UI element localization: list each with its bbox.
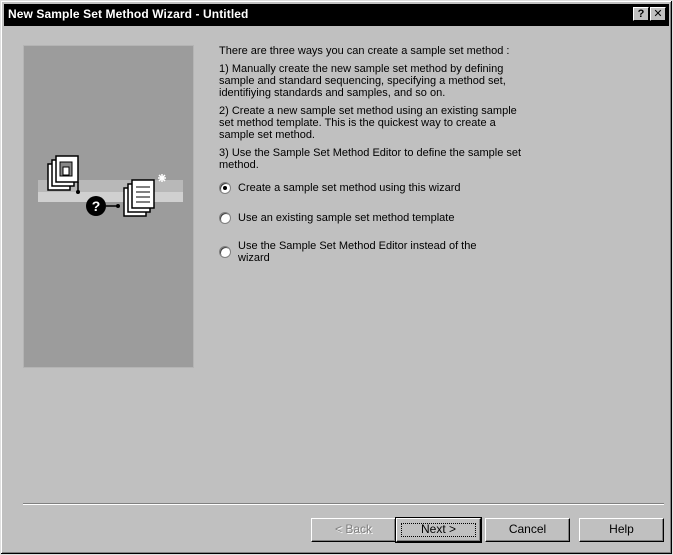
option1-description: 1) Manually create the new sample set me…: [219, 63, 506, 99]
focus-rect: [401, 523, 476, 537]
wizard-window: New Sample Set Method Wizard - Untitled …: [0, 0, 673, 555]
radio-option-wizard[interactable]: Create a sample set method using this wi…: [219, 182, 524, 194]
next-button[interactable]: Next >: [395, 517, 482, 543]
help-button[interactable]: Help: [579, 518, 664, 542]
radio-label-template: Use an existing sample set method templa…: [238, 212, 455, 224]
title-bar: New Sample Set Method Wizard - Untitled …: [4, 4, 669, 26]
wizard-side-panel: ?: [23, 45, 194, 368]
radio-option-editor[interactable]: Use the Sample Set Method Editor instead…: [219, 240, 524, 264]
back-button[interactable]: < Back: [311, 518, 396, 542]
option2-description: 2) Create a new sample set method using …: [219, 105, 517, 141]
window-title: New Sample Set Method Wizard - Untitled: [8, 7, 249, 21]
intro-text: There are three ways you can create a sa…: [219, 45, 510, 57]
document-question-document-icon: ?: [38, 155, 183, 217]
radio-button-template[interactable]: [219, 212, 231, 224]
svg-text:?: ?: [92, 198, 101, 214]
button-separator: [23, 503, 664, 505]
radio-button-editor[interactable]: [219, 246, 231, 258]
wizard-content: There are three ways you can create a sa…: [219, 45, 524, 264]
cancel-button[interactable]: Cancel: [485, 518, 570, 542]
radio-label-wizard: Create a sample set method using this wi…: [238, 182, 461, 194]
radio-button-wizard[interactable]: [219, 182, 231, 194]
option3-description: 3) Use the Sample Set Method Editor to d…: [219, 147, 522, 171]
help-title-button[interactable]: ?: [633, 7, 649, 21]
radio-option-template[interactable]: Use an existing sample set method templa…: [219, 212, 524, 224]
radio-label-editor: Use the Sample Set Method Editor instead…: [238, 240, 477, 264]
close-button[interactable]: ✕: [650, 7, 666, 21]
